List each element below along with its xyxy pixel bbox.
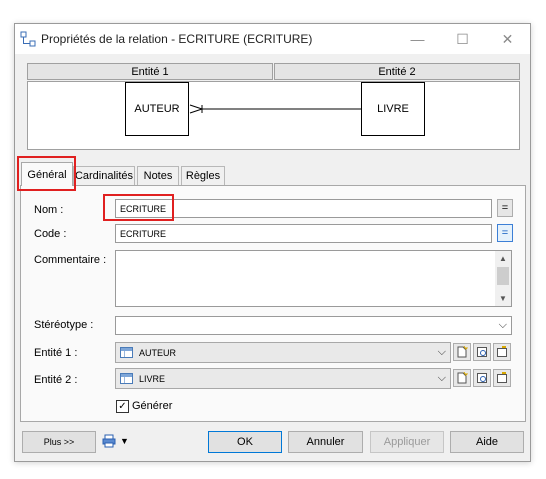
stereotype-combobox[interactable]: ⌵ [115,316,512,335]
maximize-button[interactable]: ☐ [440,24,485,54]
code-label: Code : [34,228,67,240]
entity2-value: LIVRE [139,373,166,384]
relation-link [189,103,375,115]
generate-checkbox[interactable]: ✓ [116,400,129,413]
tab-rules[interactable]: Règles [181,166,225,185]
relation-diagram-preview: AUTEUR LIVRE [27,81,520,150]
relation-properties-dialog: Propriétés de la relation - ECRITURE (EC… [14,23,531,462]
new-document-icon [457,372,468,384]
entity1-column-header: Entité 1 [27,63,273,80]
view-entity2-button[interactable] [473,369,491,387]
scroll-thumb[interactable] [497,267,509,285]
dropdown-arrow-icon: ▼ [120,436,129,446]
generate-label: Générer [132,400,173,412]
chevron-down-icon[interactable]: ⌵ [499,319,507,332]
view-entity1-button[interactable] [473,343,491,361]
edit-properties-icon [497,346,507,357]
entity2-label: Entité 2 : [34,374,78,386]
entity1-combobox[interactable]: AUTEUR ⌵ [115,342,451,363]
print-icon [102,434,116,448]
apply-button[interactable]: Appliquer [370,431,444,453]
new-entity1-button[interactable] [453,343,471,361]
relation-properties-icon [20,31,36,47]
properties-icon [477,373,487,383]
entity2-combobox[interactable]: LIVRE ⌵ [115,368,451,389]
code-equals-button[interactable]: = [497,224,513,242]
edit-entity1-button[interactable] [493,343,511,361]
entity2-box: LIVRE [361,82,425,136]
comment-label: Commentaire : [34,254,107,266]
edit-properties-icon [497,372,507,383]
table-icon [120,347,133,358]
stereotype-label: Stéréotype : [34,319,94,331]
entity1-value: AUTEUR [139,347,177,358]
tab-notes[interactable]: Notes [137,166,179,185]
window-title: Propriétés de la relation - ECRITURE (EC… [41,32,313,46]
tab-general[interactable]: Général [21,162,73,186]
code-input[interactable]: ECRITURE [115,224,492,243]
name-equals-button[interactable]: = [497,199,513,217]
print-menu-button[interactable]: ▼ [102,434,129,448]
new-entity2-button[interactable] [453,369,471,387]
properties-icon [477,347,487,357]
help-button[interactable]: Aide [450,431,524,453]
chevron-down-icon[interactable]: ⌵ [438,372,446,385]
scroll-down-icon[interactable]: ▼ [495,292,511,305]
ok-button[interactable]: OK [208,431,282,453]
name-input[interactable]: ECRITURE [115,199,492,218]
title-bar[interactable]: Propriétés de la relation - ECRITURE (EC… [15,24,530,54]
scroll-up-icon[interactable]: ▲ [495,252,511,265]
entity2-column-header: Entité 2 [274,63,520,80]
check-icon: ✓ [118,400,127,412]
chevron-down-icon[interactable]: ⌵ [438,346,446,359]
more-button[interactable]: Plus >> [22,431,96,453]
close-button[interactable]: ✕ [485,24,530,54]
entity1-box: AUTEUR [125,82,189,136]
comment-textarea[interactable]: ▲ ▼ [115,250,512,307]
name-label: Nom : [34,204,64,216]
table-icon [120,373,133,384]
entity1-label: Entité 1 : [34,347,78,359]
edit-entity2-button[interactable] [493,369,511,387]
cancel-button[interactable]: Annuler [288,431,363,453]
new-document-icon [457,346,468,358]
minimize-button[interactable]: — [395,24,440,54]
comment-scrollbar[interactable]: ▲ ▼ [495,251,511,306]
tab-cardinalities[interactable]: Cardinalités [73,166,135,185]
